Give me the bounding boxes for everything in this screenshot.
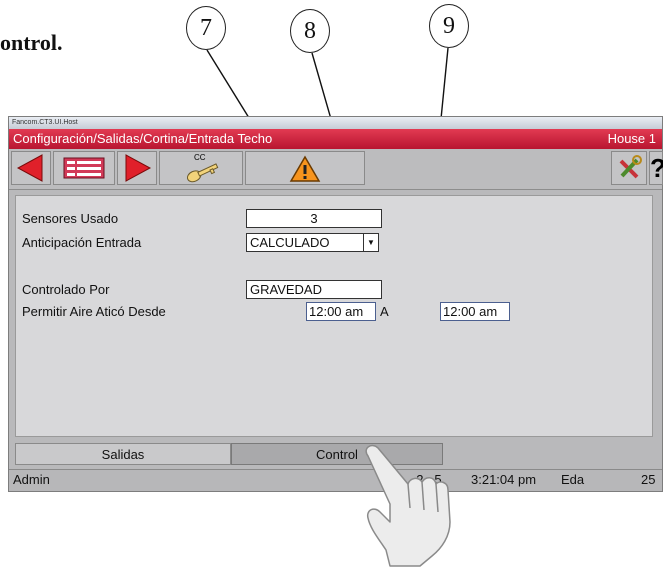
forward-button[interactable] [117,151,157,185]
anticipacion-label: Anticipación Entrada [22,235,142,250]
back-button[interactable] [11,151,51,185]
config-panel: Sensores Usado 3 Anticipación Entrada CA… [15,195,653,437]
to-label: A [380,304,389,319]
controlado-select[interactable]: GRAVEDAD [246,280,382,299]
cc-label: CC [194,153,206,162]
status-time: 3:21:04 pm [471,472,537,487]
toolbar: CC ? [9,149,663,190]
controlado-label: Controlado Por [22,282,110,297]
app-header: Configuración/Salidas/Cortina/Entrada Te… [9,129,662,149]
house-label: House 1 [607,131,656,146]
status-eda-label: Eda [561,472,585,487]
warning-icon [289,155,321,182]
time-from-input[interactable]: 12:00 am [306,302,376,321]
cc-key-button[interactable]: CC [159,151,243,185]
callout-9: 9 [429,4,469,48]
callout-8: 8 [290,9,330,53]
arrow-right-icon [125,154,152,182]
status-user: Admin [13,472,50,487]
window-titlebar: Fancom.CT3.UI.Host [9,117,662,129]
sensores-label: Sensores Usado [22,211,119,226]
tab-salidas[interactable]: Salidas [15,443,231,465]
menu-list-button[interactable] [53,151,115,185]
pointing-hand-icon [365,444,451,567]
sensores-input[interactable]: 3 [246,209,382,228]
anticipacion-select[interactable]: CALCULADO ▼ [246,233,379,252]
anticipacion-value: CALCULADO [250,235,330,250]
time-to-input[interactable]: 12:00 am [440,302,510,321]
breadcrumb: Configuración/Salidas/Cortina/Entrada Te… [13,131,273,146]
callout-7: 7 [186,6,226,50]
wrench-icon [619,155,642,179]
arrow-left-icon [16,154,43,182]
status-eda-value: 25 [641,472,656,487]
help-button[interactable]: ? [649,151,663,185]
warning-button[interactable] [245,151,365,185]
status-bar: Admin 1 2 5 3:21:04 pm Eda 25 [9,469,662,491]
permitir-label: Permitir Aire Aticó Desde [22,304,166,319]
chevron-down-icon[interactable]: ▼ [363,233,379,252]
application-window: Fancom.CT3.UI.Host Configuración/Salidas… [8,116,663,492]
tools-button[interactable] [611,151,647,185]
list-icon [63,157,105,179]
